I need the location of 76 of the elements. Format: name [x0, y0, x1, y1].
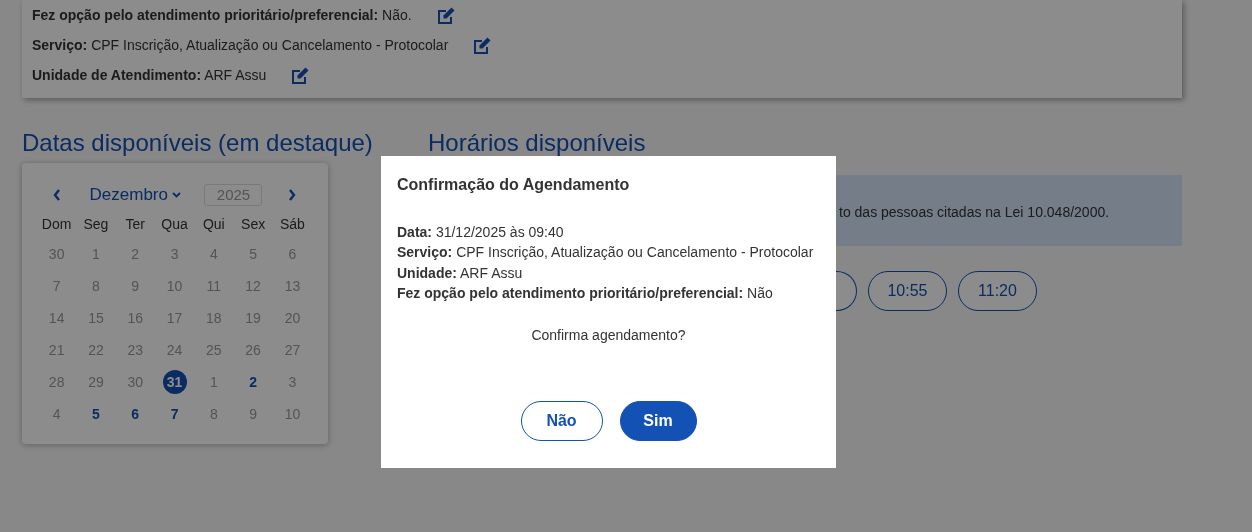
calendar-day[interactable]: 22 [83, 338, 108, 362]
year-field[interactable]: 2025 [204, 184, 263, 206]
calendar-day[interactable]: 8 [201, 402, 226, 426]
calendar-day[interactable]: 6 [280, 242, 305, 266]
chevron-right-icon [288, 189, 297, 201]
confirm-question: Confirma agendamento? [530, 326, 687, 346]
edit-icon[interactable] [435, 6, 455, 24]
calendar-day[interactable]: 19 [241, 306, 266, 330]
detail-text: Unidade: ARF Assu [397, 263, 524, 283]
summary-text: Fez opção pelo atendimento prioritário/preferencial: Não. [32, 7, 412, 23]
confirm-button[interactable]: Sim [619, 401, 697, 442]
detail-text: Data: 31/12/2025 às 09:40 [397, 223, 565, 242]
dialog-title: Confirmação do Agendamento [397, 175, 631, 195]
calendar-day[interactable]: 23 [123, 338, 148, 362]
weekday-label: Seg [82, 215, 110, 234]
calendar-day[interactable]: 10 [280, 402, 305, 426]
calendar-day[interactable]: 31 [162, 370, 187, 394]
calendar-day[interactable]: 4 [201, 242, 226, 266]
calendar-day[interactable]: 1 [83, 242, 108, 266]
calendar-day[interactable]: 4 [44, 402, 69, 426]
calendar-day[interactable]: 13 [280, 274, 305, 298]
weekday-label: Ter [124, 215, 146, 234]
calendar-day[interactable]: 30 [44, 242, 69, 266]
time-slot-button[interactable]: 11:20 [958, 271, 1037, 311]
next-month-button[interactable] [288, 189, 297, 201]
section-heading: Datas disponíveis (em destaque) [22, 128, 374, 158]
weekday-label: Sex [240, 215, 267, 234]
calendar-day[interactable]: 2 [241, 370, 266, 394]
calendar-day[interactable]: 24 [162, 338, 187, 362]
calendar-day[interactable]: 8 [83, 274, 108, 298]
section-heading: Horários disponíveis [428, 128, 647, 158]
calendar-day[interactable]: 25 [201, 338, 226, 362]
calendar-day[interactable]: 18 [201, 306, 226, 330]
calendar-day[interactable]: 7 [44, 274, 69, 298]
calendar-day[interactable]: 9 [241, 402, 266, 426]
calendar-day[interactable]: 3 [280, 370, 305, 394]
info-text: to das pessoas citadas na Lei 10.048/2000. [839, 204, 1110, 220]
calendar-day[interactable]: 12 [241, 274, 266, 298]
month-dropdown[interactable]: Dezembro [89, 185, 181, 205]
detail-text: Serviço: CPF Inscrição, Atualização ou Cancelamento - Protocolar [397, 243, 815, 263]
calendar-day[interactable]: 16 [123, 306, 148, 330]
calendar-day[interactable]: 30 [123, 370, 148, 394]
calendar-day[interactable]: 14 [44, 306, 69, 330]
weekday-label: Dom [40, 215, 73, 234]
weekday-label: Sáb [278, 215, 306, 234]
calendar-day[interactable]: 5 [241, 242, 266, 266]
calendar-day[interactable]: 27 [280, 338, 305, 362]
weekday-label: Qui [201, 215, 226, 234]
calendar-day[interactable]: 29 [83, 370, 108, 394]
calendar-day[interactable]: 6 [123, 402, 148, 426]
caret-icon [171, 192, 181, 198]
summary-text: Unidade de Atendimento: ARF Assu [32, 67, 267, 83]
calendar-day[interactable]: 1 [201, 370, 226, 394]
time-slot-button[interactable]: 10:55 [868, 271, 947, 311]
calendar-day[interactable]: 11 [201, 274, 226, 298]
summary-text: Serviço: CPF Inscrição, Atualização ou Cancelamento - Protocolar [32, 37, 449, 53]
chevron-left-icon [52, 189, 61, 201]
calendar-day[interactable]: 2 [123, 242, 148, 266]
weekday-label: Qua [160, 215, 189, 234]
detail-text: Fez opção pelo atendimento prioritário/preferencial: Não [397, 283, 774, 303]
calendar-day[interactable]: 17 [162, 306, 187, 330]
edit-icon[interactable] [290, 66, 310, 84]
calendar-day[interactable]: 5 [83, 402, 108, 426]
calendar-day[interactable]: 7 [162, 402, 187, 426]
edit-icon[interactable] [472, 36, 492, 54]
calendar-day[interactable]: 21 [44, 338, 69, 362]
time-slot-button[interactable] [836, 271, 857, 311]
calendar-day[interactable]: 28 [44, 370, 69, 394]
calendar-day[interactable]: 9 [123, 274, 148, 298]
previous-month-button[interactable] [52, 189, 61, 201]
calendar-day[interactable]: 15 [83, 306, 108, 330]
calendar-day[interactable]: 20 [280, 306, 305, 330]
calendar-day[interactable]: 26 [241, 338, 266, 362]
calendar-day[interactable]: 3 [162, 242, 187, 266]
cancel-button[interactable]: Não [520, 401, 603, 442]
calendar-day[interactable]: 10 [162, 274, 187, 298]
